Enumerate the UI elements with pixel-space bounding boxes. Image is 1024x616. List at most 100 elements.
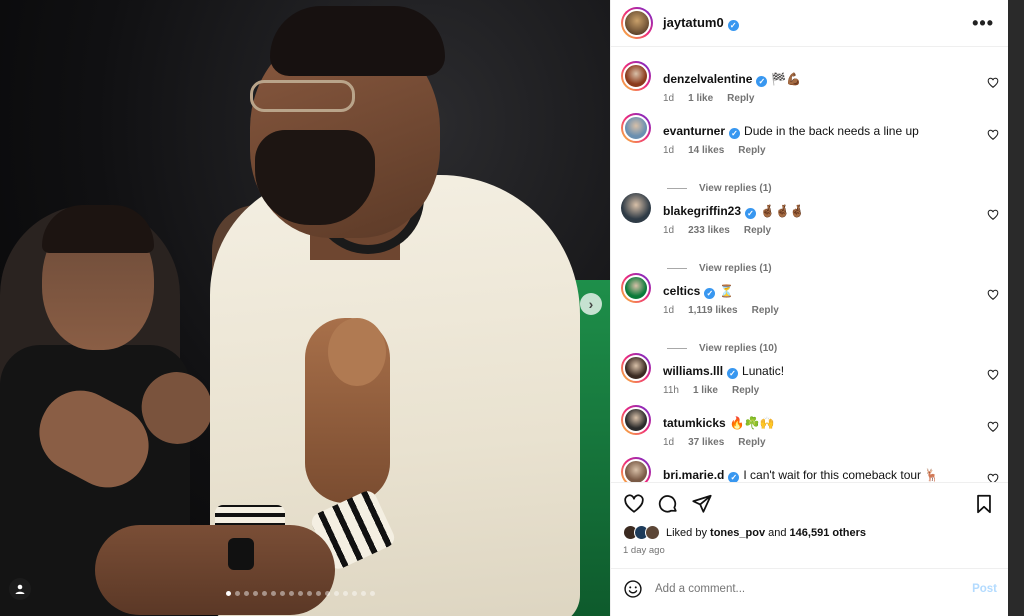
verified-icon: ✓ bbox=[728, 472, 740, 482]
reply-button[interactable]: Reply bbox=[738, 437, 765, 448]
liked-by-and: and bbox=[768, 526, 787, 539]
hair bbox=[270, 6, 445, 76]
comment-text: williams.lll ✓ Lunatic! bbox=[663, 364, 784, 379]
verified-icon: ✓ bbox=[756, 76, 768, 87]
more-options-icon[interactable]: ••• bbox=[972, 13, 994, 34]
comment-meta: 1d 1,119 likes Reply bbox=[663, 305, 779, 316]
comment-likes[interactable]: 37 likes bbox=[688, 437, 724, 448]
heart-icon[interactable] bbox=[623, 493, 645, 515]
carousel-dot bbox=[271, 591, 276, 596]
like-comment-heart-icon[interactable] bbox=[987, 209, 999, 221]
comment-meta: 11h 1 like Reply bbox=[663, 385, 759, 396]
verified-icon: ✓ bbox=[729, 128, 741, 139]
comment-icon[interactable] bbox=[657, 493, 679, 515]
comment-meta: 1d 14 likes Reply bbox=[663, 145, 766, 156]
tagged-users-button[interactable] bbox=[9, 578, 31, 600]
like-comment-heart-icon[interactable] bbox=[987, 369, 999, 381]
comment-body: I can't wait for this comeback tour 🦌 bbox=[743, 468, 940, 482]
user-icon bbox=[15, 584, 25, 594]
post-header: jaytatum0 ✓ ••• bbox=[611, 0, 1008, 47]
bookmark-icon[interactable] bbox=[973, 493, 995, 515]
carousel-dot bbox=[370, 591, 375, 596]
comment-time: 1d bbox=[663, 93, 675, 104]
liked-by-prefix: Liked by bbox=[666, 526, 707, 539]
like-comment-heart-icon[interactable] bbox=[987, 473, 999, 482]
liked-by-user[interactable]: tones_pov bbox=[710, 527, 765, 539]
comment-text: denzelvalentine ✓ 🏁💪🏾 bbox=[663, 72, 801, 87]
commenter-username[interactable]: bri.marie.d bbox=[663, 468, 724, 482]
carousel-dot bbox=[298, 591, 303, 596]
commenter-username[interactable]: tatumkicks bbox=[663, 416, 726, 430]
carousel-dot bbox=[343, 591, 348, 596]
liked-by-others[interactable]: 146,591 others bbox=[790, 527, 866, 539]
like-comment-heart-icon[interactable] bbox=[987, 129, 999, 141]
comment-meta: 1d 37 likes Reply bbox=[663, 437, 766, 448]
comment-likes[interactable]: 1,119 likes bbox=[688, 305, 738, 316]
commenter-avatar[interactable] bbox=[621, 113, 651, 143]
author-avatar[interactable] bbox=[621, 7, 653, 39]
commenter-avatar[interactable] bbox=[621, 353, 651, 383]
comment-time: 11h bbox=[663, 385, 679, 396]
reply-button[interactable]: Reply bbox=[727, 93, 754, 104]
comment-input[interactable] bbox=[655, 582, 973, 595]
post-comment-button[interactable]: Post bbox=[972, 583, 997, 595]
commenter-username[interactable]: williams.lll bbox=[663, 364, 723, 378]
commenter-username[interactable]: celtics bbox=[663, 284, 700, 298]
reply-button[interactable]: Reply bbox=[744, 225, 771, 236]
carousel-dot bbox=[352, 591, 357, 596]
page-background-edge bbox=[1008, 0, 1024, 616]
like-comment-heart-icon[interactable] bbox=[987, 289, 999, 301]
comment-likes[interactable]: 233 likes bbox=[688, 225, 730, 236]
reply-button[interactable]: Reply bbox=[752, 305, 779, 316]
hands bbox=[95, 525, 335, 615]
reply-button[interactable]: Reply bbox=[738, 145, 765, 156]
commenter-username[interactable]: denzelvalentine bbox=[663, 72, 752, 86]
comment-item: williams.lll ✓ Lunatic! 11h 1 like Reply bbox=[611, 345, 1009, 396]
carousel-dot bbox=[289, 591, 294, 596]
watch bbox=[228, 538, 254, 570]
comment-time: 1d bbox=[663, 437, 675, 448]
carousel-dot bbox=[325, 591, 330, 596]
comment-likes[interactable]: 14 likes bbox=[688, 145, 724, 156]
commenter-avatar[interactable] bbox=[621, 61, 651, 91]
carousel-dot bbox=[262, 591, 267, 596]
carousel-dot bbox=[226, 591, 231, 596]
comment-list: denzelvalentine ✓ 🏁💪🏾 1d 1 like Reply evanturn… bbox=[611, 48, 1009, 482]
carousel-dot bbox=[307, 591, 312, 596]
commenter-avatar[interactable] bbox=[621, 193, 651, 223]
teddy-bear-head bbox=[328, 318, 386, 386]
share-icon[interactable] bbox=[691, 493, 713, 515]
comment-meta: 1d 233 likes Reply bbox=[663, 225, 771, 236]
commenter-username[interactable]: evanturner bbox=[663, 124, 725, 138]
likes-summary[interactable]: Liked by tones_pov and 146,591 others bbox=[623, 525, 866, 540]
like-comment-heart-icon[interactable] bbox=[987, 421, 999, 433]
action-bar bbox=[611, 482, 1009, 515]
next-slide-button[interactable]: › bbox=[580, 293, 602, 315]
comment-time: 1d bbox=[663, 305, 675, 316]
like-comment-heart-icon[interactable] bbox=[987, 77, 999, 89]
comment-likes[interactable]: 1 like bbox=[688, 93, 713, 104]
reply-button[interactable]: Reply bbox=[732, 385, 759, 396]
carousel-dot bbox=[253, 591, 258, 596]
liker-avatars bbox=[623, 525, 660, 540]
verified-icon: ✓ bbox=[727, 20, 739, 31]
carousel-dot bbox=[244, 591, 249, 596]
avatar bbox=[645, 525, 660, 540]
carousel-dot bbox=[316, 591, 321, 596]
post-photo[interactable]: › bbox=[0, 0, 610, 616]
author-username[interactable]: jaytatum0 ✓ bbox=[663, 15, 739, 31]
commenter-avatar[interactable] bbox=[621, 405, 651, 435]
commenter-avatar[interactable] bbox=[621, 457, 651, 482]
emoji-icon[interactable] bbox=[623, 579, 643, 599]
comment-time: 1d bbox=[663, 225, 675, 236]
instagram-post-modal: › jaytatum0 ✓ ••• denzelvalentine ✓ 🏁💪🏾 1d 1 … bbox=[0, 0, 1024, 616]
commenter-avatar[interactable] bbox=[621, 273, 651, 303]
comment-item: tatumkicks 🔥☘️🙌 1d 37 likes Reply bbox=[611, 397, 1009, 448]
comment-likes[interactable]: 1 like bbox=[693, 385, 718, 396]
comment-body: ⏳ bbox=[719, 284, 735, 298]
add-comment-bar: Post bbox=[611, 568, 1009, 608]
comment-item: evanturner ✓ Dude in the back needs a line… bbox=[611, 105, 1009, 156]
comment-body: 🤞🏾🤞🏾🤞🏾 bbox=[760, 204, 805, 218]
carousel-indicator bbox=[226, 591, 375, 596]
commenter-username[interactable]: blakegriffin23 bbox=[663, 204, 741, 218]
